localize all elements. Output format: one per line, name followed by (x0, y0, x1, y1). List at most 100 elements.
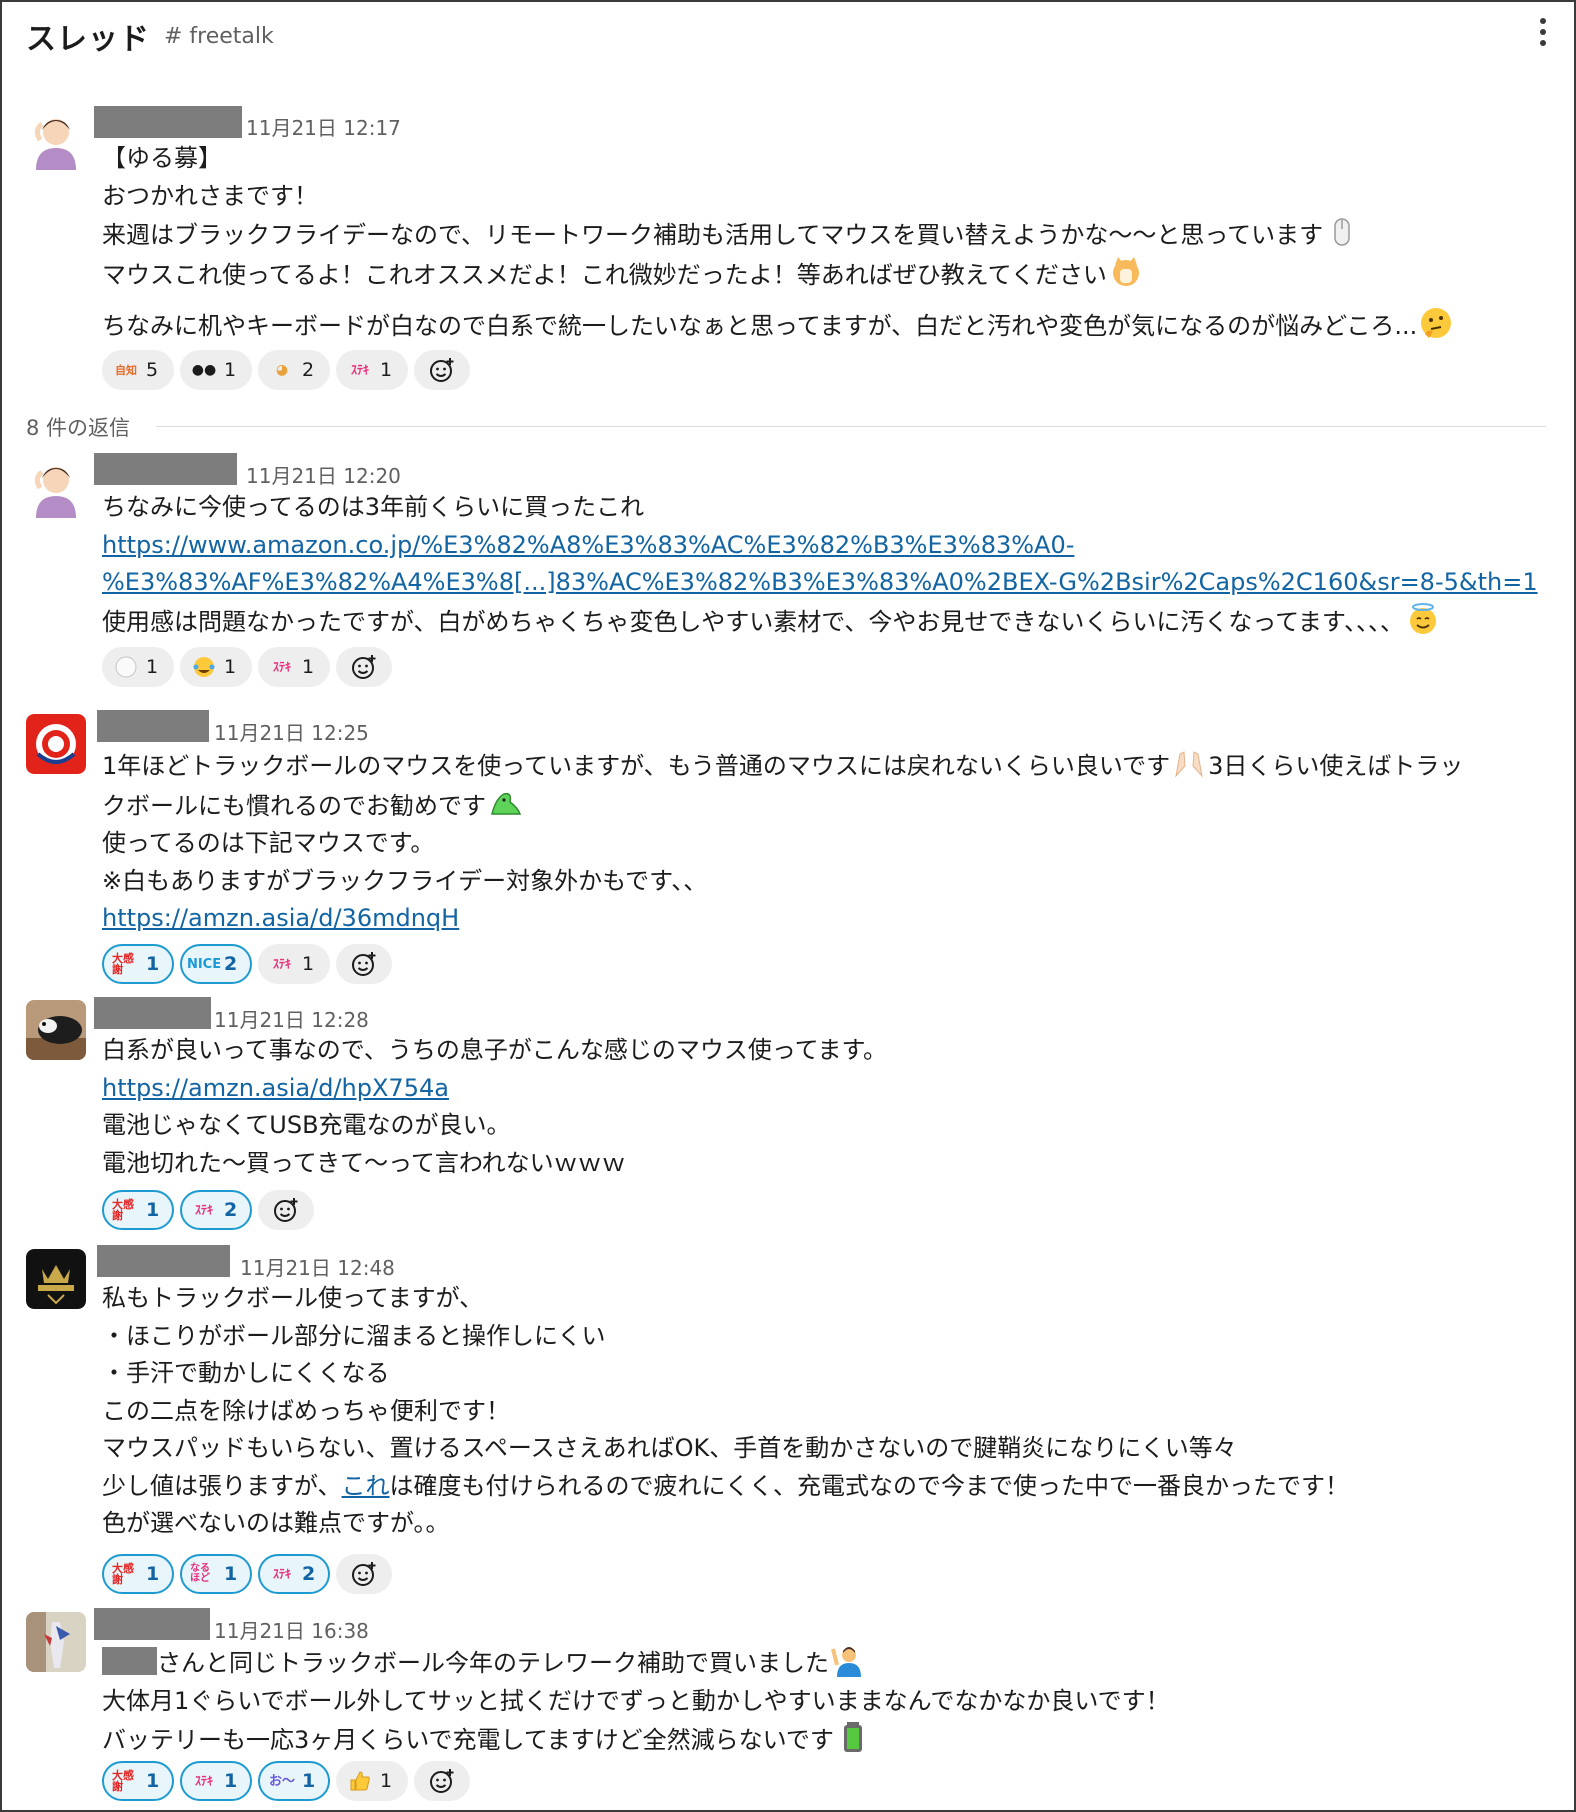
reaction-suteki[interactable]: ｽﾃｷ 1 (258, 944, 330, 984)
reaction-daikansha[interactable]: 大感謝 1 (102, 1761, 174, 1801)
message-line: マウスこれ使ってるよ！これオススメだよ！これ微妙だったよ！等あればぜひ教えてくだ… (102, 255, 1455, 295)
add-emoji-icon (274, 1198, 298, 1222)
message-line: ちなみに机やキーボードが白なので白系で統一したいなぁと思ってますが、白だと汚れや… (102, 306, 1455, 346)
timestamp[interactable]: 11月21日 12:48 (240, 1252, 395, 1281)
add-emoji-icon (430, 358, 454, 382)
avatar[interactable] (26, 1612, 86, 1672)
reaction-suteki[interactable]: ｽﾃｷ 1 (336, 350, 408, 390)
suteki-emoji-icon: ｽﾃｷ (194, 1203, 213, 1217)
thumbsup-emoji-icon (346, 1767, 374, 1795)
suteki-emoji-icon: ｽﾃｷ (350, 363, 369, 377)
reactions-bar: 自知 5 ●● 1 ◕ 2 ｽﾃｷ 1 (102, 350, 470, 390)
reaction-daikansha[interactable]: 大感謝 1 (102, 1190, 174, 1230)
timestamp[interactable]: 11月21日 16:38 (214, 1615, 369, 1644)
daikansha-emoji-icon: 大感謝 (112, 1769, 134, 1793)
halo-face-icon (1410, 602, 1436, 634)
author-name-redacted[interactable] (97, 1245, 230, 1277)
author-name-redacted[interactable] (94, 453, 237, 485)
thinking-face-icon (1421, 308, 1452, 338)
add-emoji-icon (352, 655, 376, 679)
reaction-suteki[interactable]: ｽﾃｷ 2 (258, 1554, 330, 1594)
author-name-redacted[interactable] (94, 106, 242, 138)
message-line: バッテリーも一応3ヶ月くらいで充電してますけど全然減らないです (102, 1720, 1170, 1760)
message-body: 私もトラックボール使ってますが、 ・ほこりがボール部分に溜まると操作しにくい ・… (102, 1280, 1349, 1543)
avatar[interactable] (26, 1000, 86, 1060)
more-options-icon[interactable] (1536, 18, 1550, 50)
thread-panel: スレッド # freetalk 11月21日 12:17 【ゆる募】 おつかれさ… (0, 0, 1576, 1812)
author-name-redacted[interactable] (94, 1608, 210, 1640)
white-circle-emoji-icon (112, 653, 140, 681)
naruhodo-emoji-icon: なるほど (190, 1563, 210, 1584)
author-name-redacted[interactable] (94, 997, 211, 1029)
reaction-thumbsup[interactable]: 1 (336, 1761, 408, 1801)
reaction-shiritai[interactable]: 自知 5 (102, 350, 174, 390)
reactions-bar: 大感謝 1 ｽﾃｷ 1 お〜 1 1 (102, 1761, 470, 1801)
reply-count: 8 件の返信 (26, 412, 145, 442)
timestamp[interactable]: 11月21日 12:20 (246, 460, 401, 489)
suteki-emoji-icon: ｽﾃｷ (272, 660, 291, 674)
suteki-emoji-icon: ｽﾃｷ (194, 1774, 213, 1788)
channel-link[interactable]: # freetalk (164, 24, 274, 49)
timestamp[interactable]: 11月21日 12:25 (214, 717, 369, 746)
product-link[interactable]: これ (342, 1472, 390, 1500)
replies-divider: 8 件の返信 (26, 412, 1546, 442)
amazon-link[interactable]: https://www.amazon.co.jp/%E3%82%A8%E3%83… (102, 527, 1538, 565)
message-body: 白系が良いって事なので、うちの息子がこんな感じのマウス使ってます。 https:… (102, 1032, 887, 1182)
message-line: 電池じゃなくてUSB充電なのが良い。 (102, 1111, 511, 1139)
reaction-daikansha[interactable]: 大感謝 1 (102, 1554, 174, 1594)
reaction-naruhodo[interactable]: なるほど 1 (180, 1554, 252, 1594)
reaction-suteki[interactable]: ｽﾃｷ 1 (258, 647, 330, 687)
cat-pray-icon (1112, 256, 1139, 286)
avatar[interactable] (26, 714, 86, 774)
shiritai-emoji-icon: 自知 (115, 363, 137, 377)
reaction-daikansha[interactable]: 大感謝 1 (102, 944, 174, 984)
message-line: おつかれさまです！ (102, 181, 318, 210)
green-blob-icon (491, 792, 522, 815)
message-body: 【ゆる募】 おつかれさまです！ 来週はブラックフライデーなので、リモートワーク補… (102, 140, 1455, 346)
avatar[interactable] (26, 458, 86, 518)
reaction-nice[interactable]: NICE 2 (180, 944, 252, 984)
add-reaction-button[interactable] (258, 1190, 314, 1230)
message-line: 【ゆる募】 (102, 144, 222, 172)
daikansha-emoji-icon: 大感謝 (112, 1198, 134, 1222)
message-body: 1年ほどトラックボールのマウスを使っていますが、もう普通のマウスには戻れないくら… (102, 746, 1463, 938)
amazon-short-link[interactable]: https://amzn.asia/d/36mdnqH (102, 900, 1463, 938)
timestamp[interactable]: 11月21日 12:17 (246, 112, 401, 141)
reaction-white-circle[interactable]: 1 (102, 647, 174, 687)
message-line: 電池切れた〜買ってきて〜って言われないｗｗｗ (102, 1148, 626, 1177)
reaction-joy[interactable]: 1 (180, 647, 252, 687)
eyes-emoji-icon: ●● (191, 362, 217, 378)
timestamp[interactable]: 11月21日 12:28 (214, 1004, 369, 1033)
avatar[interactable] (26, 1249, 86, 1309)
add-reaction-button[interactable] (336, 1554, 392, 1594)
message-line: 大体月1ぐらいでボール外してサッと拭くだけでずっと動かしやすいままなんでなかなか… (102, 1686, 1170, 1715)
amazon-link-cont[interactable]: %E3%83%AF%E3%82%A4%E3%8[...]83%AC%E3%82%… (102, 564, 1538, 602)
message-line: さんと同じトラックボール今年のテレワーク補助で買いました (102, 1643, 1170, 1683)
reaction-eyes[interactable]: ●● 1 (180, 350, 252, 390)
reactions-bar: 大感謝 1 NICE 2 ｽﾃｷ 1 (102, 944, 392, 984)
message-line: 私もトラックボール使ってますが、 (102, 1284, 484, 1312)
message-line: 1年ほどトラックボールのマウスを使っていますが、もう普通のマウスには戻れないくら… (102, 746, 1463, 786)
reaction-suteki[interactable]: ｽﾃｷ 1 (180, 1761, 252, 1801)
add-reaction-button[interactable] (414, 350, 470, 390)
mentioned-name-redacted (102, 1647, 157, 1675)
author-name-redacted[interactable] (97, 710, 209, 742)
add-reaction-button[interactable] (336, 944, 392, 984)
avatar[interactable] (26, 110, 86, 170)
thread-header: スレッド # freetalk (2, 2, 1574, 72)
reactions-bar: 大感謝 1 ｽﾃｷ 2 (102, 1190, 314, 1230)
message-line: 色が選べないのは難点ですが。。 (102, 1509, 450, 1537)
amazon-short-link[interactable]: https://amzn.asia/d/hpX754a (102, 1070, 887, 1108)
reaction-otsu[interactable]: お〜 1 (258, 1761, 330, 1801)
add-emoji-icon (352, 1562, 376, 1586)
reactions-bar: 大感謝 1 なるほど 1 ｽﾃｷ 2 (102, 1554, 392, 1594)
reaction-cat[interactable]: ◕ 2 (258, 350, 330, 390)
add-reaction-button[interactable] (336, 647, 392, 687)
message-line: ちなみに今使ってるのは3年前くらいに買ったこれ (102, 493, 645, 521)
add-reaction-button[interactable] (414, 1761, 470, 1801)
reaction-suteki[interactable]: ｽﾃｷ 2 (180, 1190, 252, 1230)
otsu-emoji-icon: お〜 (268, 1773, 295, 1789)
message-line: クボールにも慣れるのでお勧めです (102, 786, 1463, 826)
nice-emoji-icon: NICE (186, 956, 222, 972)
suteki-emoji-icon: ｽﾃｷ (272, 1567, 291, 1581)
